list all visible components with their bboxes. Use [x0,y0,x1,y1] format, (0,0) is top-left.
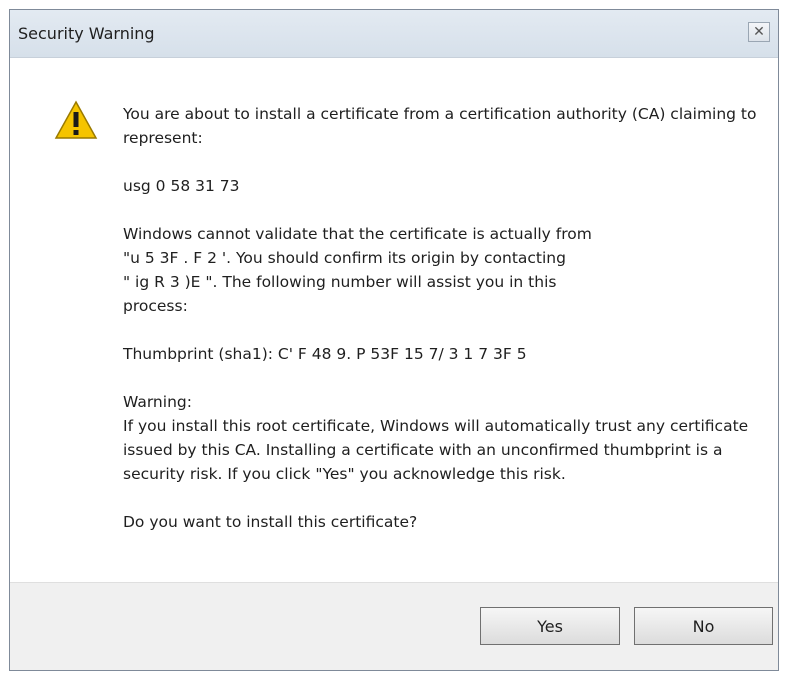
intro-text: You are about to install a certificate f… [123,105,757,147]
security-warning-dialog: Security Warning ✕ You are about to inst… [9,9,779,671]
install-question: Do you want to install this certificate? [123,513,418,531]
validate-line-3: " ig R 3 )E ". The following number will… [123,273,557,291]
thumbprint-text: Thumbprint (sha1): C' F 48 9. P 53F 15 7… [123,345,527,363]
window-title: Security Warning [18,24,155,43]
message-text: You are about to install a certificate f… [123,102,763,534]
no-button[interactable]: No [634,607,773,645]
validate-line-4: process: [123,297,188,315]
close-button[interactable]: ✕ [748,22,770,42]
validate-line-1: Windows cannot validate that the certifi… [123,225,592,243]
button-bar: Yes No [10,582,778,670]
ca-name: usg 0 58 31 73 [123,177,240,195]
validate-line-2: "u 5 3F . F 2 '. You should confirm its … [123,249,566,267]
close-icon: ✕ [753,24,765,40]
warning-text: If you install this root certificate, Wi… [123,417,749,483]
warning-icon [54,100,98,139]
title-bar[interactable]: Security Warning ✕ [10,10,778,58]
yes-button[interactable]: Yes [480,607,620,645]
dialog-content: You are about to install a certificate f… [10,58,778,584]
warning-label: Warning: [123,393,192,411]
